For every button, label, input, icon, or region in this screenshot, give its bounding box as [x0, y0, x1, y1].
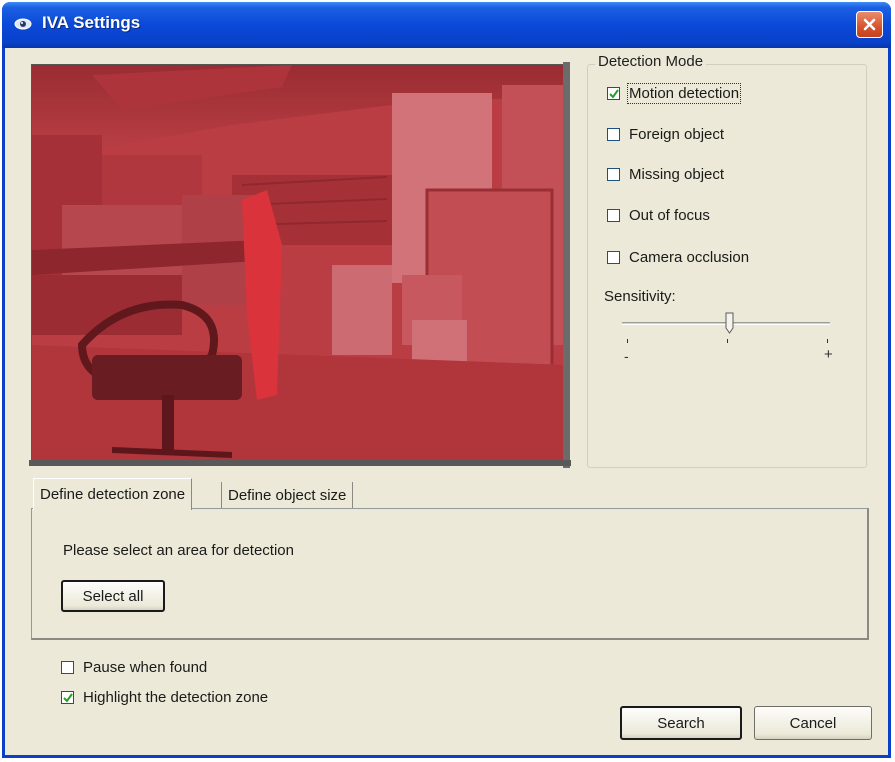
checkbox-box[interactable] — [607, 87, 620, 100]
camera-occlusion-label: Camera occlusion — [629, 249, 750, 266]
motion-detection-checkbox[interactable]: Motion detection — [607, 83, 742, 104]
sensitivity-min-label: - — [624, 348, 629, 364]
iva-settings-window: IVA Settings Detection Mode Motion detec… — [2, 2, 891, 758]
pause-when-found-label: Pause when found — [83, 659, 208, 676]
checkmark-icon — [609, 89, 619, 99]
checkbox-box[interactable] — [61, 691, 74, 704]
detection-mode-legend: Detection Mode — [595, 53, 707, 70]
select-all-button[interactable]: Select all — [61, 580, 165, 612]
tab-define-object-size[interactable]: Define object size — [221, 482, 354, 508]
close-button[interactable] — [856, 11, 883, 38]
foreign-object-label: Foreign object — [629, 126, 725, 143]
checkbox-box[interactable] — [61, 661, 74, 674]
cancel-button[interactable]: Cancel — [754, 706, 872, 740]
tab-panel — [31, 508, 869, 640]
slider-tick — [827, 339, 828, 343]
foreign-object-checkbox[interactable]: Foreign object — [607, 126, 724, 143]
checkmark-icon — [63, 693, 73, 703]
camera-scene — [32, 65, 566, 461]
detection-mode-group — [587, 64, 867, 468]
camera-eye-icon — [14, 18, 32, 30]
slider-tick — [727, 339, 728, 343]
checkbox-box[interactable] — [607, 209, 620, 222]
sensitivity-label: Sensitivity: — [604, 288, 676, 305]
preview-vertical-bar — [563, 62, 570, 468]
camera-occlusion-checkbox[interactable]: Camera occlusion — [607, 249, 749, 266]
search-button[interactable]: Search — [620, 706, 742, 740]
sensitivity-slider-thumb[interactable] — [725, 312, 734, 334]
title-bar[interactable]: IVA Settings — [2, 2, 891, 48]
checkbox-box[interactable] — [607, 168, 620, 181]
slider-tick — [627, 339, 628, 343]
camera-preview-detection-zone[interactable] — [31, 64, 567, 462]
checkbox-box[interactable] — [607, 251, 620, 264]
out-of-focus-label: Out of focus — [629, 207, 710, 224]
highlight-zone-label: Highlight the detection zone — [83, 689, 269, 706]
window-title: IVA Settings — [42, 13, 141, 32]
tab-define-detection-zone[interactable]: Define detection zone — [33, 478, 193, 510]
checkbox-box[interactable] — [607, 128, 620, 141]
highlight-zone-checkbox[interactable]: Highlight the detection zone — [61, 689, 268, 706]
pause-when-found-checkbox[interactable]: Pause when found — [61, 659, 207, 676]
motion-detection-label: Motion detection — [626, 83, 742, 104]
missing-object-label: Missing object — [629, 166, 725, 183]
sensitivity-max-label: + — [824, 346, 833, 363]
missing-object-checkbox[interactable]: Missing object — [607, 166, 724, 183]
preview-bottom-bar — [29, 460, 571, 466]
dialog-content: Detection Mode Motion detection Foreign … — [5, 48, 888, 755]
detection-prompt: Please select an area for detection — [63, 542, 294, 559]
out-of-focus-checkbox[interactable]: Out of focus — [607, 207, 710, 224]
close-icon — [863, 18, 876, 31]
